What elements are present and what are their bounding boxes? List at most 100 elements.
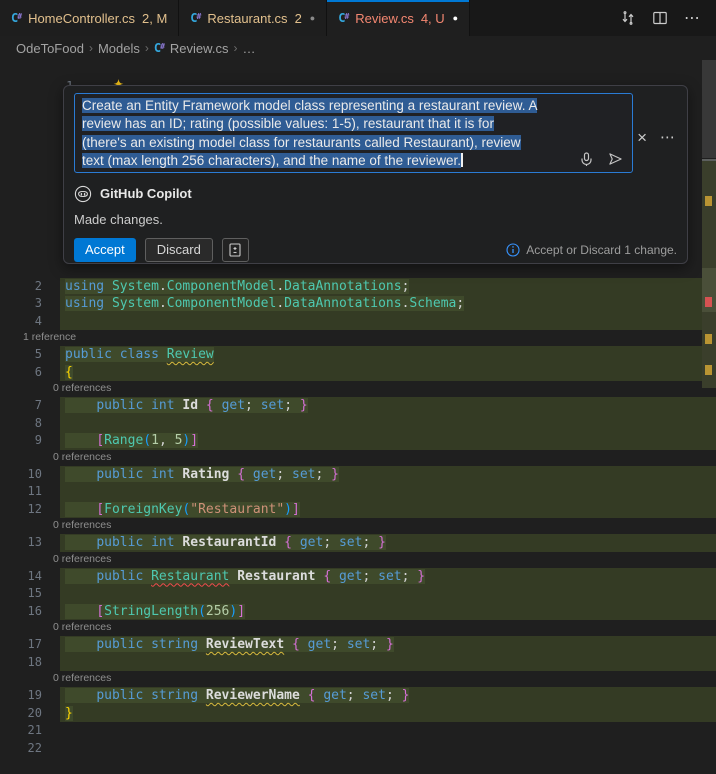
line-number: 21 [0, 722, 42, 740]
code-row: 4 [0, 313, 716, 331]
tab-label: Restaurant.cs [207, 11, 287, 26]
line-number: 8 [0, 415, 42, 433]
close-icon[interactable]: × [637, 129, 647, 146]
code-row: 8 [0, 415, 716, 433]
code-line-text: using System.ComponentModel.DataAnnotati… [65, 279, 409, 294]
code-line-text: } [65, 706, 73, 721]
inline-chat-widget: Create an Entity Framework model class r… [63, 85, 688, 264]
code-row-1: 1 [0, 60, 716, 78]
line-number: 5 [0, 346, 42, 364]
provider-name: GitHub Copilot [100, 186, 192, 201]
codelens-row[interactable]: 0 references [0, 450, 716, 466]
codelens-references-link[interactable]: 0 references [53, 553, 111, 565]
tab-badge: 2, M [142, 11, 167, 26]
line-number: 3 [0, 295, 42, 313]
line-number: 16 [0, 603, 42, 621]
tab-badge: 2 [295, 11, 302, 26]
code-row: 17 public string ReviewText { get; set; … [0, 636, 716, 654]
code-line-text: [Range(1, 5)] [65, 433, 198, 448]
line-number: 11 [0, 483, 42, 501]
code-line-text: using System.ComponentModel.DataAnnotati… [65, 296, 464, 311]
microphone-icon[interactable] [580, 152, 593, 167]
codelens-references-link[interactable]: 0 references [53, 621, 111, 633]
split-editor-icon[interactable] [650, 8, 670, 28]
breadcrumb-file[interactable]: Review.cs [170, 41, 229, 56]
scrollbar-thumb[interactable] [702, 60, 716, 158]
csharp-file-icon: C# [11, 12, 22, 24]
codelens-row[interactable]: 1 reference [0, 330, 716, 346]
code-row: 7 public int Id { get; set; } [0, 397, 716, 415]
breadcrumb-separator: › [89, 41, 93, 55]
text-caret [461, 153, 463, 167]
codelens-references-link[interactable]: 0 references [53, 519, 111, 531]
codelens-references-link[interactable]: 0 references [53, 451, 111, 463]
discard-button[interactable]: Discard [145, 238, 213, 262]
toggle-changes-button[interactable] [222, 238, 249, 262]
code-row: 16 [StringLength(256)] [0, 603, 716, 621]
tab-bar-spacer [470, 0, 618, 36]
codelens-row[interactable]: 0 references [0, 620, 716, 636]
breadcrumb-folder[interactable]: Models [98, 41, 140, 56]
more-options-icon[interactable]: ⋯ [660, 130, 675, 145]
code-row: 10 public int Rating { get; set; } [0, 466, 716, 484]
code-row: 3 using System.ComponentModel.DataAnnotat… [0, 295, 716, 313]
ruler-divider [702, 159, 716, 161]
line-number: 6 [0, 364, 42, 382]
code-line-text: public class Review [65, 347, 214, 362]
codelens-row[interactable]: 0 references [0, 552, 716, 568]
tab-review-active[interactable]: C# Review.cs 4, U ● [327, 0, 470, 36]
open-changes-icon[interactable] [618, 8, 638, 28]
tab-label: Review.cs [355, 11, 414, 26]
more-actions-icon[interactable]: ⋯ [682, 8, 702, 28]
line-number: 14 [0, 568, 42, 586]
chat-prompt-input[interactable]: Create an Entity Framework model class r… [74, 93, 633, 173]
codelens-references-link[interactable]: 1 reference [23, 331, 76, 343]
copilot-logo-icon [74, 185, 92, 203]
codelens-row[interactable]: 0 references [0, 518, 716, 534]
unsaved-dot-icon[interactable]: ● [453, 13, 458, 23]
code-row: 6{ [0, 364, 716, 382]
code-row: 18 [0, 654, 716, 672]
csharp-file-icon: C# [190, 12, 201, 24]
tab-restaurant[interactable]: C# Restaurant.cs 2 ● [179, 0, 327, 36]
code-row: 15 [0, 585, 716, 603]
chat-status-text: Made changes. [74, 212, 677, 227]
codelens-references-link[interactable]: 0 references [53, 382, 111, 394]
prompt-text: review has an ID; rating (possible value… [82, 116, 494, 131]
codelens-row[interactable]: 0 references [0, 671, 716, 687]
breadcrumb-separator: › [233, 41, 237, 55]
csharp-file-icon: C# [338, 12, 349, 24]
line-number: 4 [0, 313, 42, 331]
prompt-text: text (max length 256 characters), and th… [82, 153, 461, 168]
code-line-text: { [65, 365, 73, 380]
code-line-text: public int RestaurantId { get; set; } [65, 535, 386, 550]
tab-badge: 4, U [421, 11, 445, 26]
line-number: 12 [0, 501, 42, 519]
code-row: 11 [0, 483, 716, 501]
codelens-row[interactable]: 0 references [0, 381, 716, 397]
line-number: 22 [0, 740, 42, 758]
code-row: 20} [0, 705, 716, 723]
line-number: 17 [0, 636, 42, 654]
code-rows[interactable]: 2using System.ComponentModel.DataAnnotat… [0, 278, 716, 758]
breadcrumb-project[interactable]: OdeToFood [16, 41, 84, 56]
breadcrumb-symbol[interactable]: … [242, 41, 255, 56]
ruler-warning-mark [705, 196, 712, 206]
info-icon [506, 243, 520, 257]
line-number: 13 [0, 534, 42, 552]
tab-homecontroller[interactable]: C# HomeController.cs 2, M [0, 0, 179, 36]
line-number: 19 [0, 687, 42, 705]
code-line-text: public Restaurant Restaurant { get; set;… [65, 569, 425, 584]
line-number: 15 [0, 585, 42, 603]
csharp-file-icon: C# [154, 42, 165, 54]
codelens-references-link[interactable]: 0 references [53, 672, 111, 684]
unsaved-dot-icon[interactable]: ● [310, 13, 315, 23]
send-icon[interactable] [608, 152, 623, 166]
code-line-text: public string ReviewerName { get; set; } [65, 688, 409, 703]
code-row: 21 [0, 722, 716, 740]
accept-button[interactable]: Accept [74, 238, 136, 262]
code-editor[interactable]: 1 Create an Entity Framework model class… [0, 60, 716, 774]
code-line-text: public int Id { get; set; } [65, 398, 308, 413]
code-line-text: public int Rating { get; set; } [65, 467, 339, 482]
line-number: 20 [0, 705, 42, 723]
